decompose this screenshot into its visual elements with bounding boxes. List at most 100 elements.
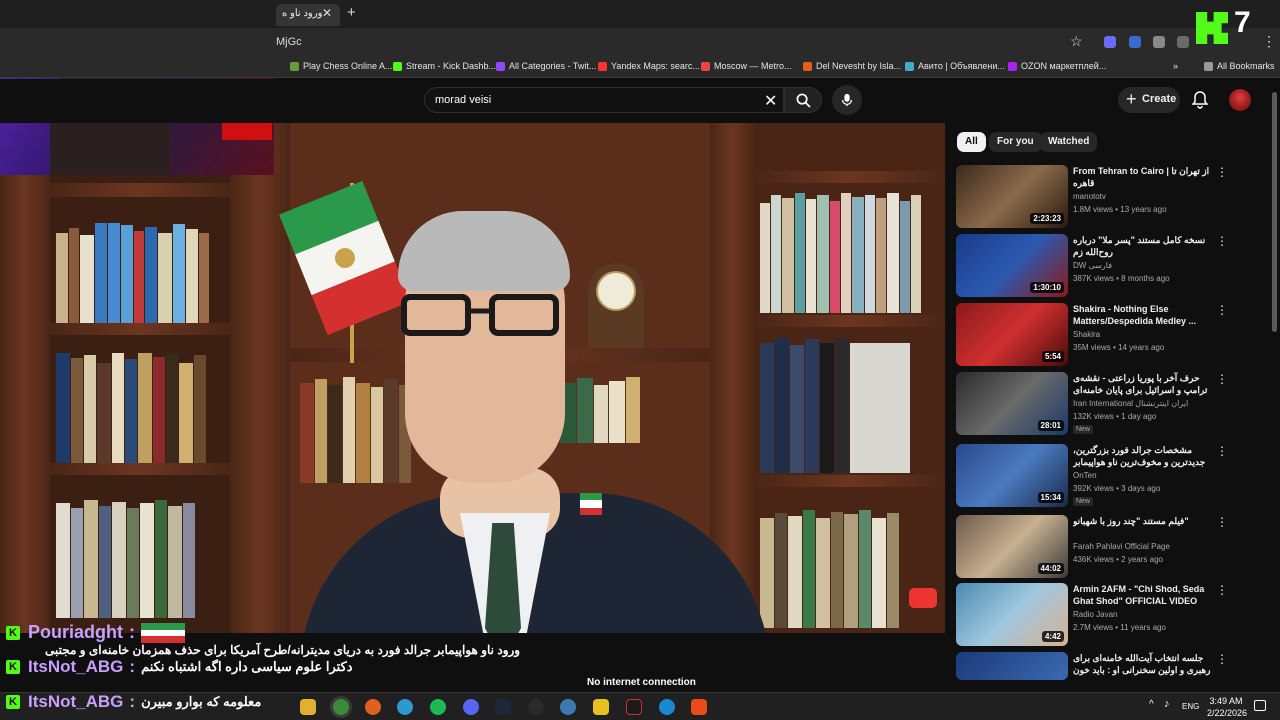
- chip-all[interactable]: All: [957, 132, 986, 152]
- kick-number: 7: [1234, 6, 1251, 39]
- more-options-icon[interactable]: ⋮: [1216, 372, 1228, 386]
- more-options-icon[interactable]: ⋮: [1216, 303, 1228, 317]
- telegram-icon[interactable]: [397, 699, 413, 715]
- recommendation-item[interactable]: جلسه انتخاب آیت‌الله خامنه‌ای برای رهبری…: [956, 652, 1246, 682]
- channel-name[interactable]: manototv: [1073, 192, 1106, 201]
- edge-icon[interactable]: [659, 699, 675, 715]
- chat-message: K ItsNot_ABG : معلومه که بوارو مبیرن: [0, 692, 261, 712]
- video-title[interactable]: جلسه انتخاب آیت‌الله خامنه‌ای برای رهبری…: [1073, 652, 1213, 676]
- brave-icon[interactable]: [691, 699, 707, 715]
- video-thumbnail[interactable]: 4:42: [956, 583, 1068, 646]
- bookmark-item[interactable]: Stream - Kick Dashb...: [393, 61, 496, 71]
- bookmark-item[interactable]: Moscow — Metro...: [701, 61, 792, 71]
- channel-name[interactable]: Farah Pahlavi Official Page: [1073, 542, 1170, 551]
- notifications-bell-icon[interactable]: [1192, 91, 1208, 109]
- steam-icon[interactable]: [495, 699, 511, 715]
- channel-name[interactable]: OnTen: [1073, 471, 1097, 480]
- video-thumbnail[interactable]: 2:23:23: [956, 165, 1068, 228]
- recommendation-item[interactable]: 15:34 مشخصات جرالد فورد بزرگترین، جدیدتر…: [956, 444, 1246, 510]
- video-thumbnail[interactable]: 1:30:10: [956, 234, 1068, 297]
- address-bar: MjGc ☆ ⋮: [0, 28, 1280, 56]
- clock-time[interactable]: 3:49 AM: [1206, 696, 1246, 706]
- shield-icon[interactable]: [1153, 36, 1165, 48]
- video-title[interactable]: مشخصات جرالد فورد بزرگترین، جدیدترین و م…: [1073, 444, 1213, 468]
- all-bookmarks[interactable]: All Bookmarks: [1204, 61, 1275, 71]
- search-button[interactable]: [784, 87, 822, 113]
- chip-for-you[interactable]: For you: [989, 132, 1042, 152]
- page-scrollbar[interactable]: [1272, 92, 1277, 332]
- bookmark-item[interactable]: Yandex Maps: searc...: [598, 61, 700, 71]
- bookmark-item[interactable]: Play Chess Online A...: [290, 61, 393, 71]
- video-title[interactable]: نسخه کامل مستند "پسر ملا" درباره روح‌الل…: [1073, 234, 1213, 258]
- puzzle-icon[interactable]: [1177, 36, 1189, 48]
- more-options-icon[interactable]: ⋮: [1216, 444, 1228, 458]
- channel-name[interactable]: Shakira: [1073, 330, 1100, 339]
- shelf-board: [755, 315, 945, 327]
- file-explorer-icon[interactable]: [300, 699, 316, 715]
- video-player[interactable]: [0, 123, 945, 633]
- video-title[interactable]: Shakira - Nothing Else Matters/Despedida…: [1073, 303, 1213, 327]
- glasses: [401, 294, 559, 336]
- video-thumbnail[interactable]: 44:02: [956, 515, 1068, 578]
- extension-icon[interactable]: [1129, 36, 1141, 48]
- bookmark-item[interactable]: OZON маркетплей...: [1008, 61, 1106, 71]
- channel-name[interactable]: Iran International ایران اینترنشنال: [1073, 399, 1188, 408]
- channel-name[interactable]: DW فارسی: [1073, 261, 1112, 270]
- video-title[interactable]: From Tehran to Cairo | از تهران تا قاهره: [1073, 165, 1213, 189]
- youtube-logo-icon: [909, 588, 937, 608]
- recommendation-item[interactable]: 28:01 حرف آخر با پوریا زراعتی - نقشه‌ی ت…: [956, 372, 1246, 438]
- clock-date[interactable]: 2/22/2026: [1202, 708, 1252, 718]
- more-options-icon[interactable]: ⋮: [1216, 165, 1228, 179]
- more-options-icon[interactable]: ⋮: [1216, 583, 1228, 597]
- recommendation-item[interactable]: 1:30:10 نسخه کامل مستند "پسر ملا" درباره…: [956, 234, 1246, 300]
- firefox-icon[interactable]: [365, 699, 381, 715]
- notification-center-icon[interactable]: [1254, 700, 1266, 711]
- obs-icon[interactable]: [528, 699, 544, 715]
- app-icon[interactable]: [626, 699, 642, 715]
- close-tab-icon[interactable]: ✕: [322, 6, 332, 20]
- speaker-icon[interactable]: ♪: [1164, 698, 1170, 710]
- video-thumbnail[interactable]: 28:01: [956, 372, 1068, 435]
- clock-face: [596, 271, 636, 311]
- url-field[interactable]: MjGc: [276, 36, 302, 48]
- chat-username: ItsNot_ABG: [28, 692, 124, 711]
- chip-watched[interactable]: Watched: [1040, 132, 1098, 152]
- more-options-icon[interactable]: ⋮: [1216, 652, 1228, 666]
- recommendation-item[interactable]: 4:42 Armin 2AFM - "Chi Shod, Seda Ghat S…: [956, 583, 1246, 649]
- more-options-icon[interactable]: ⋮: [1216, 515, 1228, 529]
- clear-search-icon[interactable]: ✕: [764, 91, 777, 111]
- bookmark-label: Stream - Kick Dashb...: [406, 61, 497, 71]
- voice-search-button[interactable]: [832, 85, 862, 115]
- video-meta: 35M views • 14 years ago: [1073, 343, 1165, 352]
- browser-menu-icon[interactable]: ⋮: [1262, 33, 1276, 50]
- video-thumbnail[interactable]: 5:54: [956, 303, 1068, 366]
- new-tab-icon[interactable]: +: [347, 4, 356, 21]
- bookmark-item[interactable]: Авито | Объявлени...: [905, 61, 1005, 71]
- video-thumbnail[interactable]: [956, 652, 1068, 680]
- bookmark-item[interactable]: All Categories - Twit...: [496, 61, 596, 71]
- discord-icon[interactable]: [463, 699, 479, 715]
- app-icon[interactable]: [560, 699, 576, 715]
- video-title[interactable]: حرف آخر با پوریا زراعتی - نقشه‌ی ترامپ و…: [1073, 372, 1213, 396]
- language-indicator[interactable]: ENG: [1182, 702, 1199, 711]
- bookmark-favicon-icon: [1008, 61, 1017, 71]
- video-title[interactable]: فیلم مستند "چند روز با شهبانو": [1073, 515, 1213, 527]
- recommendation-item[interactable]: 5:54 Shakira - Nothing Else Matters/Desp…: [956, 303, 1246, 369]
- create-button[interactable]: + Create: [1118, 87, 1180, 113]
- chrome-icon[interactable]: [333, 699, 349, 715]
- video-thumbnail[interactable]: 15:34: [956, 444, 1068, 507]
- avatar[interactable]: [1229, 89, 1251, 111]
- app-icon[interactable]: [593, 699, 609, 715]
- bookmarks-overflow-icon[interactable]: »: [1173, 61, 1178, 71]
- recommendation-item[interactable]: 44:02 فیلم مستند "چند روز با شهبانو" Far…: [956, 515, 1246, 581]
- recommendation-item[interactable]: 2:23:23 From Tehran to Cairo | از تهران …: [956, 165, 1246, 231]
- bookmark-star-icon[interactable]: ☆: [1070, 33, 1083, 50]
- channel-name[interactable]: Radio Javan: [1073, 610, 1117, 619]
- more-options-icon[interactable]: ⋮: [1216, 234, 1228, 248]
- tray-chevron-icon[interactable]: ^: [1149, 699, 1154, 710]
- video-title[interactable]: Armin 2AFM - "Chi Shod, Seda Ghat Shod" …: [1073, 583, 1213, 607]
- spotify-icon[interactable]: [430, 699, 446, 715]
- search-input[interactable]: morad veisi: [424, 87, 784, 113]
- bookmark-item[interactable]: Del Nevesht by Isla...: [803, 61, 901, 71]
- extension-icon[interactable]: [1104, 36, 1116, 48]
